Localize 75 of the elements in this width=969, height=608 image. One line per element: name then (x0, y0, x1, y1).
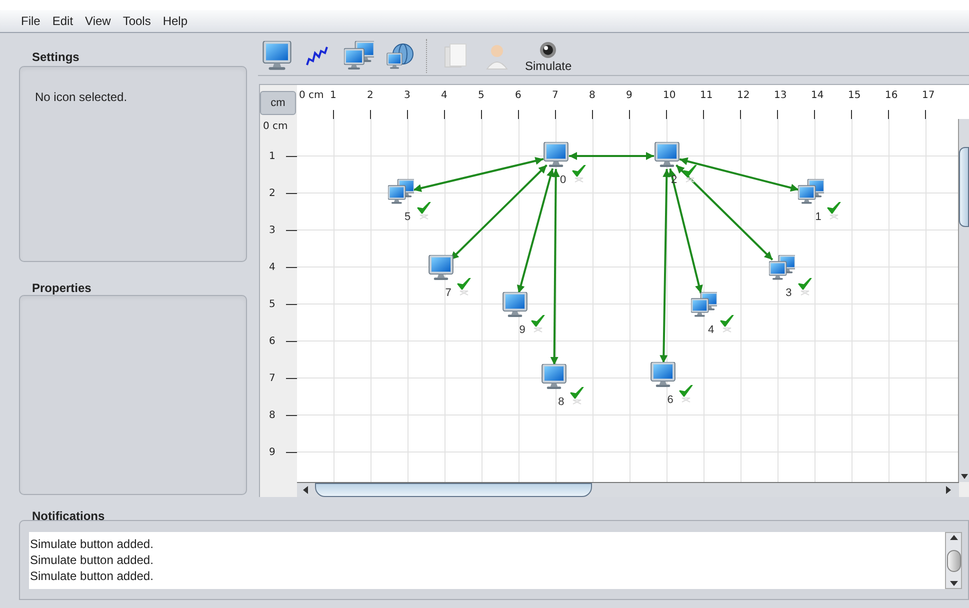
toolbar-button[interactable] (261, 40, 293, 72)
computer-icon[interactable] (542, 142, 569, 168)
menu-item[interactable]: Help (160, 12, 190, 30)
log-line: Simulate button added. (30, 552, 154, 568)
menu-item[interactable]: Tools (120, 12, 153, 30)
ruler-label: 7 (269, 372, 276, 386)
menu-item[interactable]: Edit (50, 12, 76, 30)
scroll-up-icon[interactable] (948, 533, 958, 543)
node-label: 6 (667, 394, 674, 406)
computer-icon[interactable] (428, 254, 454, 281)
ruler-label: 5 (269, 298, 276, 312)
monitor-icon (262, 41, 292, 71)
simulate-button[interactable]: Simulate (525, 40, 572, 72)
ruler-label: 6 (269, 335, 276, 349)
ruler-label: 3 (269, 224, 276, 238)
log-line: Simulate button added. (30, 536, 154, 552)
ruler-label: 13 (774, 89, 787, 103)
computers-icon[interactable] (690, 292, 717, 318)
ruler-label: 5 (478, 89, 484, 103)
ruler-label: 12 (736, 89, 750, 103)
ruler-label: 10 (662, 89, 676, 103)
panel-title: Properties (31, 280, 92, 295)
computer-icon[interactable] (541, 364, 568, 390)
ruler-label: 8 (269, 409, 276, 423)
ruler-label: 15 (848, 89, 861, 103)
ruler-label: 0 cm (263, 120, 288, 134)
node-label: 5 (404, 211, 411, 223)
horizontal-scrollbar[interactable] (297, 482, 959, 497)
globe-monitor-icon (385, 41, 415, 71)
node-label: 0 (560, 174, 566, 186)
scrollbar-thumb[interactable] (315, 483, 592, 497)
ruler-label: 11 (700, 89, 713, 103)
node-label: 4 (708, 324, 714, 336)
ruler-label: 14 (810, 89, 824, 103)
scrollbar-thumb[interactable] (959, 146, 969, 226)
ruler-label: 7 (552, 89, 558, 103)
node-label: 8 (558, 396, 564, 408)
lens-icon (538, 40, 558, 60)
ruler-unit-button[interactable]: cm (260, 91, 296, 115)
ruler-label: 9 (269, 446, 276, 460)
ruler-label: 6 (514, 89, 522, 103)
computers-icon[interactable] (768, 254, 795, 281)
log-line: Simulate button added. (30, 568, 154, 584)
ruler-label: 2 (366, 89, 374, 103)
node-label: 7 (445, 286, 452, 299)
scroll-down-icon[interactable] (948, 578, 958, 588)
menu-item[interactable]: File (19, 12, 42, 30)
node-label: 9 (519, 324, 526, 336)
ruler-label: 16 (884, 89, 898, 103)
ruler-label: 3 (404, 89, 410, 103)
computer-icon[interactable] (502, 292, 528, 318)
node-label: 1 (815, 211, 822, 223)
ruler-label: 8 (588, 89, 596, 103)
computer-icon[interactable] (654, 142, 680, 168)
panel-title: Notifications (32, 509, 105, 523)
ruler-label: 17 (922, 89, 935, 103)
ruler-label: 0 cm (298, 89, 324, 103)
ruler-label: 4 (440, 89, 448, 103)
vertical-scrollbar[interactable] (945, 532, 962, 589)
ruler-label: 1 (330, 89, 336, 103)
computers-icon[interactable] (388, 179, 414, 205)
scrollbar-thumb[interactable] (946, 550, 960, 572)
ruler-label: 9 (626, 89, 632, 103)
computers-icon[interactable] (798, 179, 824, 205)
monitors-icon (344, 41, 374, 71)
toolbar-button[interactable] (343, 40, 375, 72)
panel-title: Settings (31, 49, 80, 66)
status-text: No icon selected. (35, 90, 128, 104)
ruler-label: 1 (269, 150, 276, 164)
ruler-label: 2 (269, 187, 276, 201)
node-label: 3 (786, 286, 792, 299)
menu-item[interactable]: View (83, 12, 113, 30)
vertical-scrollbar[interactable] (958, 119, 969, 482)
ruler-label: 4 (269, 261, 276, 275)
computer-icon[interactable] (650, 362, 676, 388)
